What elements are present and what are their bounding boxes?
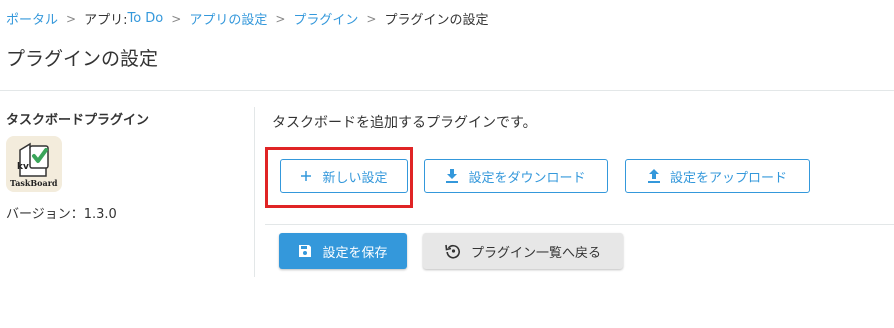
breadcrumb: ポータル > アプリ: To Do > アプリの設定 > プラグイン > プラグ… xyxy=(6,9,489,28)
download-label: 設定をダウンロード xyxy=(468,170,586,186)
breadcrumb-separator: > xyxy=(366,11,377,26)
highlight-box xyxy=(265,147,413,208)
plugin-description: タスクボードを追加するプラグインです。 xyxy=(272,115,537,131)
save-icon xyxy=(298,244,312,258)
plugin-version: バージョン：1.3.0 xyxy=(6,207,117,222)
history-back-icon xyxy=(445,243,461,259)
breadcrumb-separator: > xyxy=(171,11,182,26)
header-divider xyxy=(0,90,894,91)
taskboard-icon: kv TaskBoard xyxy=(6,136,62,192)
upload-icon xyxy=(647,169,660,183)
breadcrumb-plugins-link[interactable]: プラグイン xyxy=(293,9,358,28)
breadcrumb-separator: > xyxy=(275,11,286,26)
upload-settings-button[interactable]: 設定をアップロード xyxy=(625,159,810,193)
breadcrumb-app-settings-link[interactable]: アプリの設定 xyxy=(189,9,267,28)
save-label: 設定を保存 xyxy=(322,245,388,261)
icon-subtext: TaskBoard xyxy=(10,178,58,188)
breadcrumb-app-link[interactable]: To Do xyxy=(127,11,163,26)
breadcrumb-portal-link[interactable]: ポータル xyxy=(6,9,58,28)
page-title: プラグインの設定 xyxy=(6,48,159,70)
actions-divider xyxy=(265,224,894,225)
breadcrumb-separator: > xyxy=(66,11,77,26)
breadcrumb-app-prefix: アプリ: xyxy=(84,13,128,28)
vertical-divider xyxy=(254,107,255,277)
download-settings-button[interactable]: 設定をダウンロード xyxy=(424,159,608,193)
back-label: プラグイン一覧へ戻る xyxy=(470,245,601,261)
plugin-name: タスクボードプラグイン xyxy=(6,113,150,128)
back-to-plugins-button[interactable]: プラグイン一覧へ戻る xyxy=(423,233,623,269)
icon-text: kv xyxy=(17,162,29,172)
download-icon xyxy=(446,169,459,183)
breadcrumb-current: プラグインの設定 xyxy=(384,13,489,28)
save-settings-button[interactable]: 設定を保存 xyxy=(279,233,407,269)
upload-label: 設定をアップロード xyxy=(669,170,787,186)
